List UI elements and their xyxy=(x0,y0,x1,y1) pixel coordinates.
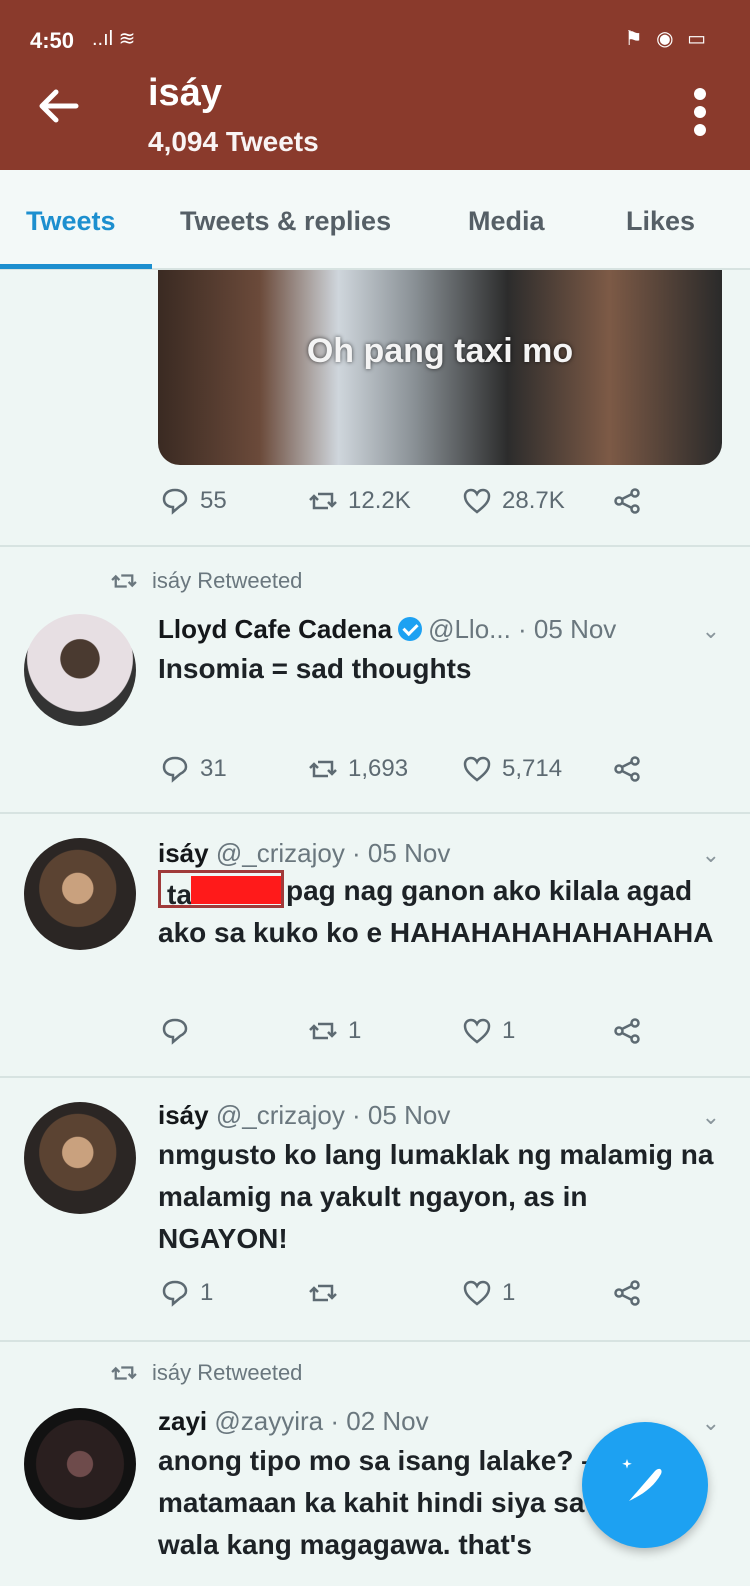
retweet-small-icon xyxy=(111,1366,137,1380)
author-name[interactable]: zayi xyxy=(158,1406,207,1436)
divider xyxy=(0,1340,750,1342)
retweeted-by-label: isáy Retweeted xyxy=(152,1360,303,1385)
retweeted-by-label: isáy Retweeted xyxy=(152,568,303,593)
share-icon xyxy=(614,488,640,514)
like-button[interactable]: 1 xyxy=(462,1016,515,1046)
profile-name: isáy xyxy=(148,72,222,114)
like-button[interactable]: 28.7K xyxy=(462,486,565,516)
avatar[interactable] xyxy=(24,838,136,950)
heart-icon xyxy=(463,756,491,782)
retweet-button[interactable]: 1 xyxy=(308,1016,361,1046)
reply-button[interactable]: 31 xyxy=(160,754,227,784)
retweet-button[interactable]: 12.2K xyxy=(308,486,411,516)
tweet-header: zayi @zayyira · 02 Nov xyxy=(158,1406,429,1437)
heart-icon xyxy=(463,488,491,514)
reply-count: 55 xyxy=(200,487,227,514)
chevron-down-icon[interactable]: ⌄ xyxy=(702,1104,720,1130)
reply-button[interactable]: 55 xyxy=(160,486,227,516)
more-options-icon[interactable] xyxy=(690,88,710,140)
tweet-text: nmgusto ko lang lumaklak ng malamig na m… xyxy=(158,1139,714,1254)
handle-date: @Llo... · 05 Nov xyxy=(428,614,617,644)
tab-tweets[interactable]: Tweets xyxy=(26,206,116,237)
retweet-button[interactable] xyxy=(308,1278,348,1308)
retweet-icon xyxy=(309,1022,337,1040)
redaction-box: ta xyxy=(158,870,284,910)
text-lead: ta xyxy=(167,879,192,910)
like-count: 1 xyxy=(502,1017,516,1044)
tweet-media-image[interactable]: Oh pang taxi mo xyxy=(158,270,722,465)
media-caption: Oh pang taxi mo xyxy=(306,332,574,370)
handle-date: @_crizajoy · 05 Nov xyxy=(215,838,451,868)
back-arrow-icon[interactable] xyxy=(36,88,80,131)
like-button[interactable]: 5,714 xyxy=(462,754,562,784)
author-name[interactable]: isáy xyxy=(158,1100,209,1130)
like-count: 1 xyxy=(502,1279,516,1306)
retweet-count: 1 xyxy=(348,1017,362,1044)
status-time: 4:50 xyxy=(30,28,75,53)
compose-tweet-button[interactable] xyxy=(582,1422,708,1548)
author-name[interactable]: isáy xyxy=(158,838,209,868)
reply-count: 31 xyxy=(200,755,227,782)
avatar[interactable] xyxy=(24,614,136,726)
tweet-text-block: ta pag nag ganon ako kilala agad ako sa k… xyxy=(158,870,718,954)
reply-icon xyxy=(162,1280,188,1307)
heart-icon xyxy=(463,1280,491,1306)
tab-likes[interactable]: Likes xyxy=(626,206,695,237)
reply-count: 1 xyxy=(200,1279,214,1306)
retweeted-by-line: isáy Retweeted xyxy=(110,568,302,594)
reply-icon xyxy=(162,1018,188,1045)
author-name[interactable]: Lloyd Cafe Cadena xyxy=(158,614,392,644)
share-button[interactable] xyxy=(612,486,642,516)
reply-icon xyxy=(162,488,188,515)
tweet-header: Lloyd Cafe Cadena @Llo... · 05 Nov xyxy=(158,614,616,645)
reply-button[interactable]: 1 xyxy=(160,1278,213,1308)
like-button[interactable]: 1 xyxy=(462,1278,515,1308)
share-button[interactable] xyxy=(612,1278,642,1308)
tab-tweets-replies[interactable]: Tweets & replies xyxy=(180,206,391,237)
share-icon xyxy=(614,1280,640,1306)
avatar[interactable] xyxy=(24,1408,136,1520)
feather-compose-icon xyxy=(622,1459,662,1501)
retweet-button[interactable]: 1,693 xyxy=(308,754,408,784)
retweet-count: 12.2K xyxy=(348,487,411,514)
divider xyxy=(0,812,750,814)
status-icons: ⚑ ◉ ▭ xyxy=(624,28,710,50)
signal-icon: ..ıl ≋ xyxy=(92,28,136,50)
verified-badge-icon xyxy=(398,617,423,641)
tab-media[interactable]: Media xyxy=(468,206,545,237)
retweet-icon xyxy=(309,492,337,510)
retweet-small-icon xyxy=(111,574,137,588)
avatar[interactable] xyxy=(24,1102,136,1214)
app-header: 4:50 ..ıl ≋ ⚑ ◉ ▭ isáy 4,094 Tweets xyxy=(0,0,750,170)
divider xyxy=(0,1076,750,1078)
handle-date: @zayyira · 02 Nov xyxy=(214,1406,429,1436)
heart-icon xyxy=(463,1018,491,1044)
retweet-count: 1,693 xyxy=(348,755,409,782)
retweet-icon xyxy=(309,1284,337,1302)
tweet-header: isáy @_crizajoy · 05 Nov xyxy=(158,838,450,869)
profile-tabs: Tweets Tweets & replies Media Likes xyxy=(0,170,750,270)
tweet-count: 4,094 Tweets xyxy=(148,126,319,157)
share-button[interactable] xyxy=(612,1016,642,1046)
share-button[interactable] xyxy=(612,754,642,784)
retweeted-by-line: isáy Retweeted xyxy=(110,1360,302,1386)
tweet-text: Insomia = sad thoughts xyxy=(158,653,472,684)
like-count: 28.7K xyxy=(502,487,565,514)
chevron-down-icon[interactable]: ⌄ xyxy=(702,618,720,644)
handle-date: @_crizajoy · 05 Nov xyxy=(215,1100,451,1130)
reply-button[interactable] xyxy=(160,1016,200,1046)
divider xyxy=(0,545,750,547)
chevron-down-icon[interactable]: ⌄ xyxy=(702,1410,720,1436)
share-icon xyxy=(614,756,640,782)
like-count: 5,714 xyxy=(502,755,563,782)
active-tab-indicator xyxy=(0,264,152,269)
retweet-icon xyxy=(309,760,337,778)
chevron-down-icon[interactable]: ⌄ xyxy=(702,842,720,868)
tweet-header: isáy @_crizajoy · 05 Nov xyxy=(158,1100,450,1131)
share-icon xyxy=(614,1018,640,1044)
reply-icon xyxy=(162,756,188,783)
